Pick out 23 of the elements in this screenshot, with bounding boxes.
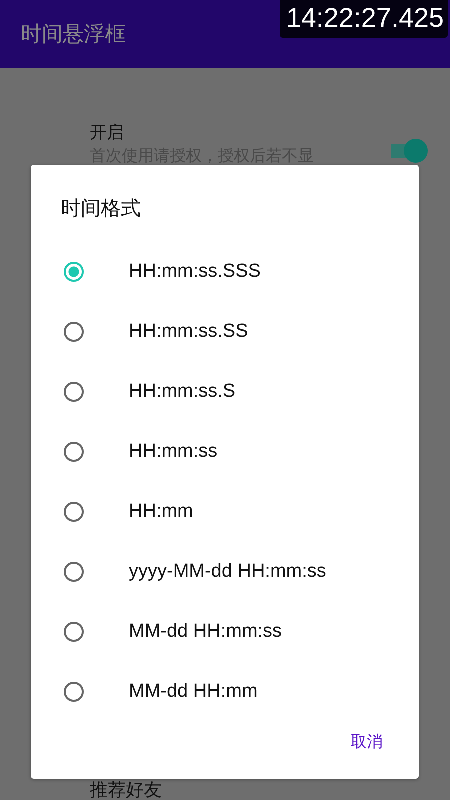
radio-button[interactable] [64,262,84,282]
toggle-switch[interactable] [388,139,428,163]
dialog-title: 时间格式 [60,195,142,221]
radio-button[interactable] [64,682,84,702]
option-label[interactable]: HH:mm:ss [129,441,218,463]
option-label[interactable]: HH:mm:ss.SS [129,321,248,343]
option-label[interactable]: HH:mm [129,501,194,523]
setting-title: 开启 [90,122,125,145]
app-title: 时间悬浮框 [21,21,126,48]
option-label[interactable]: MM-dd HH:mm:ss [129,621,282,643]
option-label[interactable]: yyyy-MM-dd HH:mm:ss [129,561,326,583]
cancel-button[interactable]: 取消 [343,726,391,759]
clock-overlay: 14:22:27.425 [280,0,448,38]
radio-button[interactable] [64,382,84,402]
option-label[interactable]: HH:mm:ss.S [129,381,236,403]
menu-item[interactable]: 推荐好友 [90,781,162,800]
radio-button[interactable] [64,622,84,642]
radio-button[interactable] [64,322,84,342]
option-label[interactable]: MM-dd HH:mm [129,681,258,703]
radio-button[interactable] [64,562,84,582]
option-label[interactable]: HH:mm:ss.SSS [129,261,261,283]
radio-button[interactable] [64,502,84,522]
radio-button[interactable] [64,442,84,462]
